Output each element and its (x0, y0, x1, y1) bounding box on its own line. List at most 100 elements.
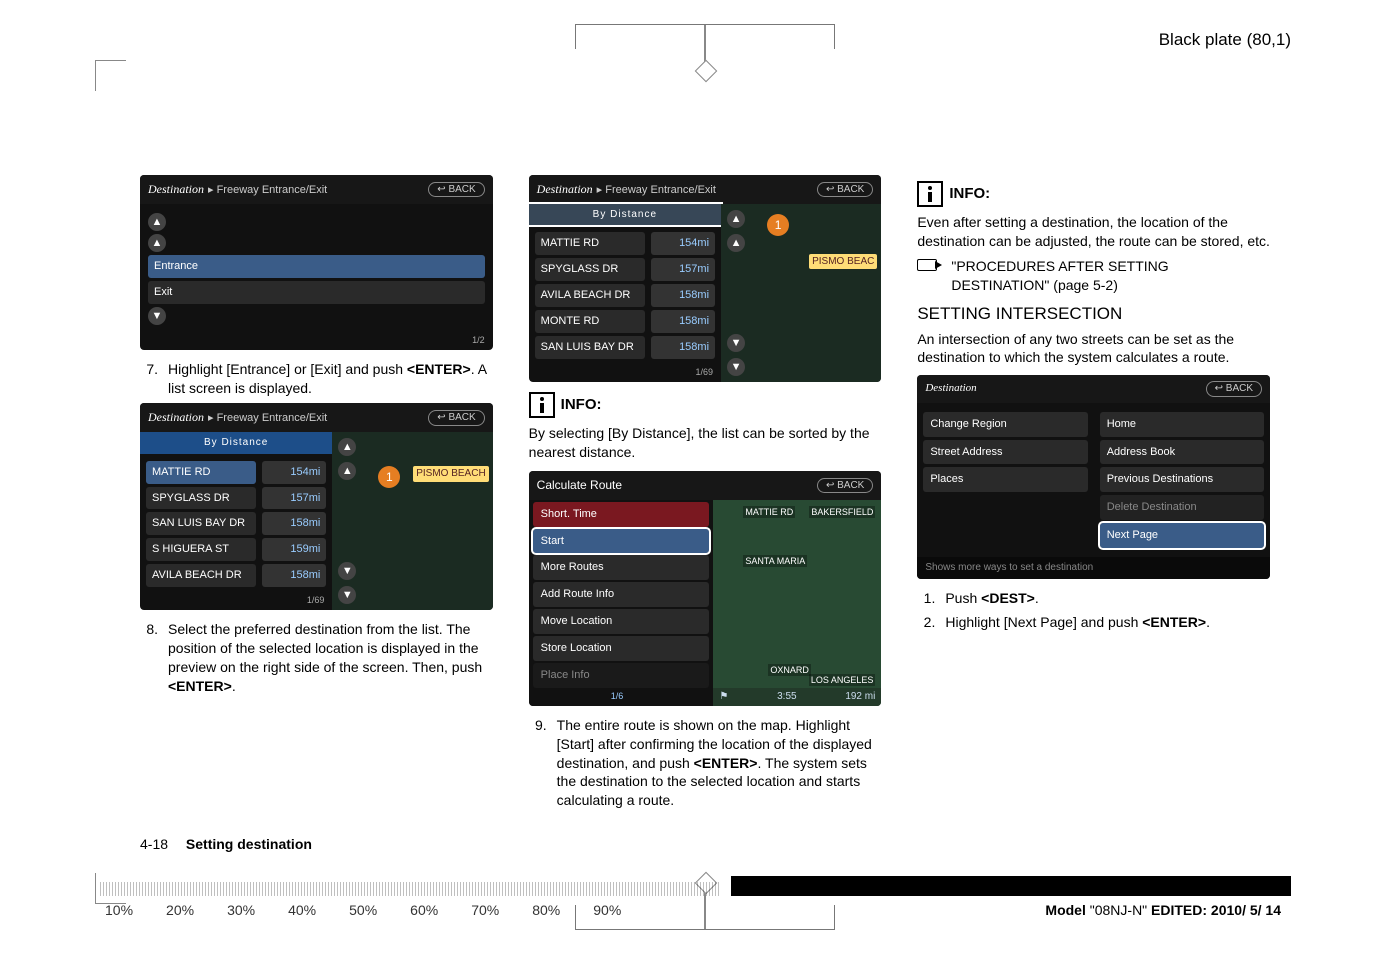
up-arrow-icon: ▲ (148, 213, 166, 231)
up-arrow-icon: ▲ (727, 234, 745, 252)
list-item: SAN LUIS BAY DR (146, 512, 256, 535)
flag-icon: ⚑ (719, 690, 728, 704)
list-dist: 157mi (651, 258, 715, 281)
shot-b-title: Destination (148, 410, 204, 424)
step-7: 7. Highlight [Entrance] or [Exit] and pu… (140, 360, 493, 398)
pct: 70% (471, 902, 499, 918)
up-arrow-icon: ▲ (338, 438, 356, 456)
calc-page: 1/6 (529, 690, 714, 706)
list-dist: 158mi (651, 310, 715, 333)
menu-item-dim: Place Info (533, 663, 710, 688)
menu-item: Home (1100, 412, 1264, 437)
list-item: AVILA BEACH DR (535, 284, 645, 307)
shot-c-sub: ▸ Freeway Entrance/Exit (597, 184, 716, 196)
list-item: SPYGLASS DR (535, 258, 645, 281)
menu-item: Street Address (923, 440, 1087, 465)
dest-foot: Shows more ways to set a destination (917, 557, 1270, 579)
list-item: S HIGUERA ST (146, 538, 256, 561)
model-b: "08NJ-N" (1090, 902, 1147, 918)
list-item: SPYGLASS DR (146, 487, 256, 510)
down-arrow-icon: ▼ (148, 307, 166, 325)
dest-title: Destination (925, 381, 976, 397)
menu-item: Short. Time (533, 502, 710, 527)
reference-hand-icon (917, 257, 943, 271)
menu-item-start: Start (533, 529, 710, 554)
down-arrow-icon: ▼ (727, 358, 745, 376)
step-text: Highlight [Entrance] or [Exit] and push … (168, 360, 493, 398)
model-text: Model "08NJ-N" EDITED: 2010/ 5/ 14 (1045, 902, 1281, 918)
step-2: 2. Highlight [Next Page] and push <ENTER… (917, 613, 1270, 632)
sort-header-hl: By Distance (529, 204, 721, 226)
shot-a-title: Destination (148, 182, 204, 196)
calc-title: Calculate Route (537, 477, 622, 493)
list-dist: 154mi (262, 461, 326, 484)
up-arrow-icon: ▲ (148, 234, 166, 252)
menu-item: Add Route Info (533, 582, 710, 607)
shot-b-sub: ▸ Freeway Entrance/Exit (208, 412, 327, 424)
column-1: Destination ▸ Freeway Entrance/Exit ↩ BAC… (140, 175, 493, 825)
list-item: MONTE RD (535, 310, 645, 333)
back-pill: ↩ BACK (817, 478, 873, 494)
up-arrow-icon: ▲ (338, 462, 356, 480)
section-heading: SETTING INTERSECTION (917, 303, 1270, 326)
map-marker-icon: 1 (767, 214, 789, 236)
info-heading: INFO: (917, 181, 1270, 207)
down-arrow-icon: ▼ (338, 562, 356, 580)
list-item: AVILA BEACH DR (146, 564, 256, 587)
list-dist: 158mi (262, 564, 326, 587)
screenshot-dest-menu: Destination ↩ BACK Change Region Street … (917, 375, 1270, 578)
map-label: MATTIE RD (743, 506, 795, 518)
menu-item-next-page: Next Page (1100, 523, 1264, 548)
screenshot-calc-route: Calculate Route ↩ BACK Short. Time Start… (529, 471, 882, 705)
map-label: SANTA MARIA (743, 555, 807, 567)
menu-item: Previous Destinations (1100, 467, 1264, 492)
model-bar (731, 876, 1291, 896)
step-text: Highlight [Next Page] and push <ENTER>. (945, 613, 1270, 632)
entrance-row: Entrance (148, 255, 485, 278)
map-label: LOS ANGELES (809, 674, 876, 686)
crop-corner-tl (95, 60, 126, 91)
pct: 90% (593, 902, 621, 918)
step-num: 7. (140, 360, 158, 398)
step-8: 8. Select the preferred destination from… (140, 620, 493, 696)
column-2: Destination ▸ Freeway Entrance/Exit ↩ BAC… (529, 175, 882, 825)
info-title: INFO: (949, 184, 990, 204)
eta-time: 3:55 (777, 690, 796, 704)
map-label: OXNARD (768, 664, 811, 676)
screenshot-list-c: Destination ▸ Freeway Entrance/Exit ↩ BAC… (529, 175, 882, 382)
back-pill: ↩ BACK (817, 182, 873, 198)
list-dist: 157mi (262, 487, 326, 510)
gradient-bar (100, 882, 720, 896)
sort-header: By Distance (140, 432, 332, 454)
shot-a-sub: ▸ Freeway Entrance/Exit (208, 184, 327, 196)
shot-a-page: 1/2 (140, 334, 493, 350)
shot-c-title: Destination (537, 182, 593, 196)
pct: 10% (105, 902, 133, 918)
info-heading: INFO: (529, 392, 882, 418)
step-text: The entire route is shown on the map. Hi… (557, 716, 882, 810)
menu-item: Places (923, 467, 1087, 492)
exit-row: Exit (148, 281, 485, 304)
page-number: 4-18 (140, 836, 168, 852)
menu-item: Change Region (923, 412, 1087, 437)
page-label: Setting destination (186, 836, 312, 852)
pct: 50% (349, 902, 377, 918)
info-title: INFO: (561, 395, 602, 415)
page-footer: 4-18 Setting destination (140, 836, 312, 852)
step-num: 8. (140, 620, 158, 696)
model-c: EDITED: 2010/ 5/ 14 (1147, 902, 1281, 918)
info-icon (529, 392, 555, 418)
info-body: Even after setting a destination, the lo… (917, 213, 1270, 251)
map-label: BAKERSFIELD (809, 506, 875, 518)
pct: 60% (410, 902, 438, 918)
pct: 30% (227, 902, 255, 918)
back-pill: ↩ BACK (428, 410, 484, 426)
plate-header: Black plate (80,1) (1159, 30, 1291, 50)
shot-c-count: 1/69 (529, 366, 721, 382)
screenshot-entrance-exit: Destination▸ Freeway Entrance/Exit ↩ BAC… (140, 175, 493, 350)
step-text: Select the preferred destination from th… (168, 620, 493, 696)
list-item: MATTIE RD (146, 461, 256, 484)
list-item: MATTIE RD (535, 232, 645, 255)
reference-text: "PROCEDURES AFTER SETTING DESTINATION" (… (951, 257, 1270, 295)
pct: 20% (166, 902, 194, 918)
